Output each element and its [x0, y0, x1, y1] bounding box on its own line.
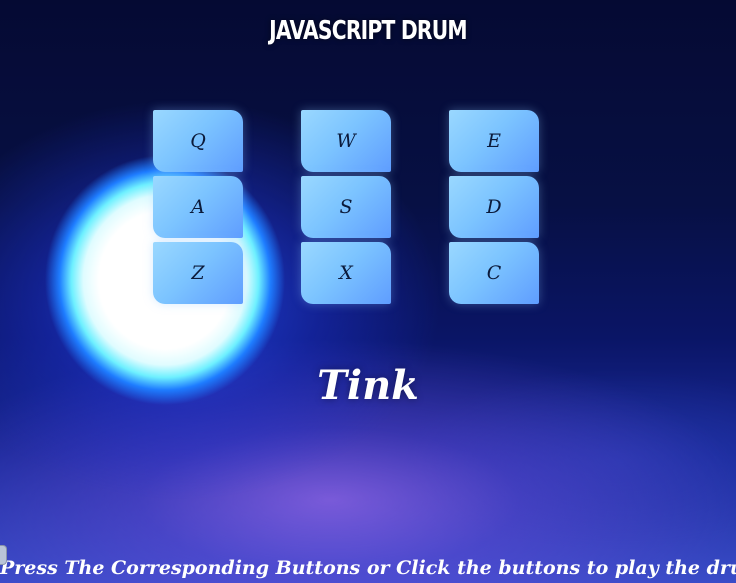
- drum-pad-c[interactable]: C: [449, 242, 539, 304]
- drum-pad-e[interactable]: E: [449, 110, 539, 172]
- drum-pad-x[interactable]: X: [301, 242, 391, 304]
- drum-pad-w[interactable]: W: [301, 110, 391, 172]
- sound-name-display: Tink: [317, 362, 419, 409]
- drum-pad-z[interactable]: Z: [153, 242, 243, 304]
- instructions-text: Press The Corresponding Buttons or Click…: [0, 557, 736, 579]
- drum-pad-d[interactable]: D: [449, 176, 539, 238]
- drum-pad-q[interactable]: Q: [153, 110, 243, 172]
- drum-pad-a[interactable]: A: [153, 176, 243, 238]
- page-title: JAVASCRIPT DRUM: [269, 16, 467, 46]
- side-tab-handle[interactable]: [0, 545, 7, 565]
- drum-pad-s[interactable]: S: [301, 176, 391, 238]
